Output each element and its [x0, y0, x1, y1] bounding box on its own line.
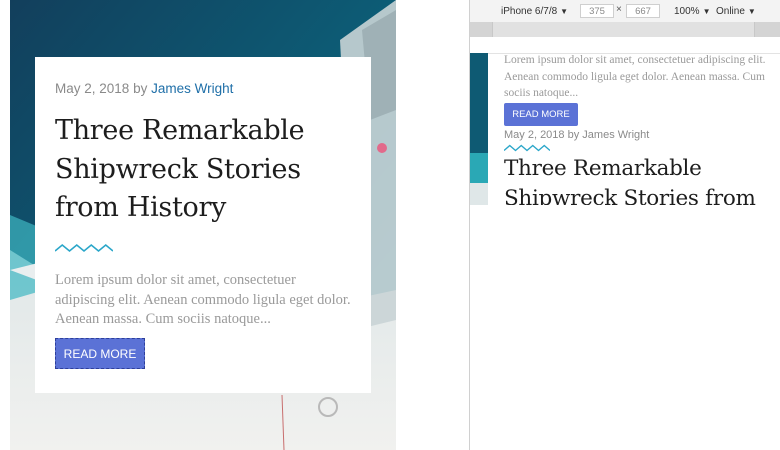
device-toolbar: iPhone 6/7/8 ▼ × 100% ▼ Online ▼	[470, 0, 780, 22]
caret-down-icon: ▼	[747, 6, 756, 16]
post-date: May 2, 2018	[55, 81, 130, 96]
mobile-viewport: Lorem ipsum dolor sit amet, consectetuer…	[470, 53, 780, 205]
author-link[interactable]: James Wright	[151, 81, 233, 96]
media-query-segment[interactable]	[754, 22, 780, 37]
media-query-bar[interactable]	[470, 22, 780, 37]
zigzag-divider-icon	[504, 144, 550, 152]
post-date: May 2, 2018	[504, 129, 565, 141]
mobile-post-title[interactable]: Three Remarkable Shipwreck Stories from …	[504, 154, 764, 205]
network-throttle-select[interactable]: Online ▼	[716, 0, 756, 22]
mobile-read-more-button[interactable]: READ MORE	[504, 103, 578, 126]
post-by-label: by	[133, 81, 148, 96]
height-input[interactable]	[626, 4, 660, 18]
shipwreck-aerial-image	[470, 53, 488, 205]
devtools-device-emulator: iPhone 6/7/8 ▼ × 100% ▼ Online ▼ Lorem i…	[469, 0, 780, 450]
read-more-button[interactable]: READ MORE	[55, 338, 145, 369]
mobile-post-excerpt: Lorem ipsum dolor sit amet, consectetuer…	[504, 54, 766, 99]
post-meta: May 2, 2018 by James Wright	[55, 81, 233, 96]
post-title[interactable]: Three Remarkable Shipwreck Stories from …	[55, 112, 355, 228]
post-card: May 2, 2018 by James Wright Three Remark…	[35, 57, 371, 393]
post-excerpt: Lorem ipsum dolor sit amet, consectetuer…	[55, 272, 351, 327]
device-select[interactable]: iPhone 6/7/8 ▼	[501, 0, 568, 22]
network-label: Online	[716, 5, 745, 17]
zoom-select[interactable]: 100% ▼	[674, 0, 711, 22]
width-input[interactable]	[580, 4, 614, 18]
desktop-post-preview: May 2, 2018 by James Wright Three Remark…	[10, 0, 396, 450]
device-label: iPhone 6/7/8	[501, 5, 558, 17]
post-by-label: by	[567, 129, 580, 141]
dimension-separator: ×	[616, 4, 622, 15]
ruler-gap	[470, 37, 780, 54]
zoom-label: 100%	[674, 5, 700, 17]
zigzag-divider-icon	[55, 243, 113, 253]
caret-down-icon: ▼	[702, 6, 711, 16]
mobile-post-meta: May 2, 2018 by James Wright	[504, 129, 649, 141]
media-query-segment[interactable]	[470, 22, 493, 37]
author-link[interactable]: James Wright	[582, 129, 649, 141]
caret-down-icon: ▼	[560, 6, 569, 16]
